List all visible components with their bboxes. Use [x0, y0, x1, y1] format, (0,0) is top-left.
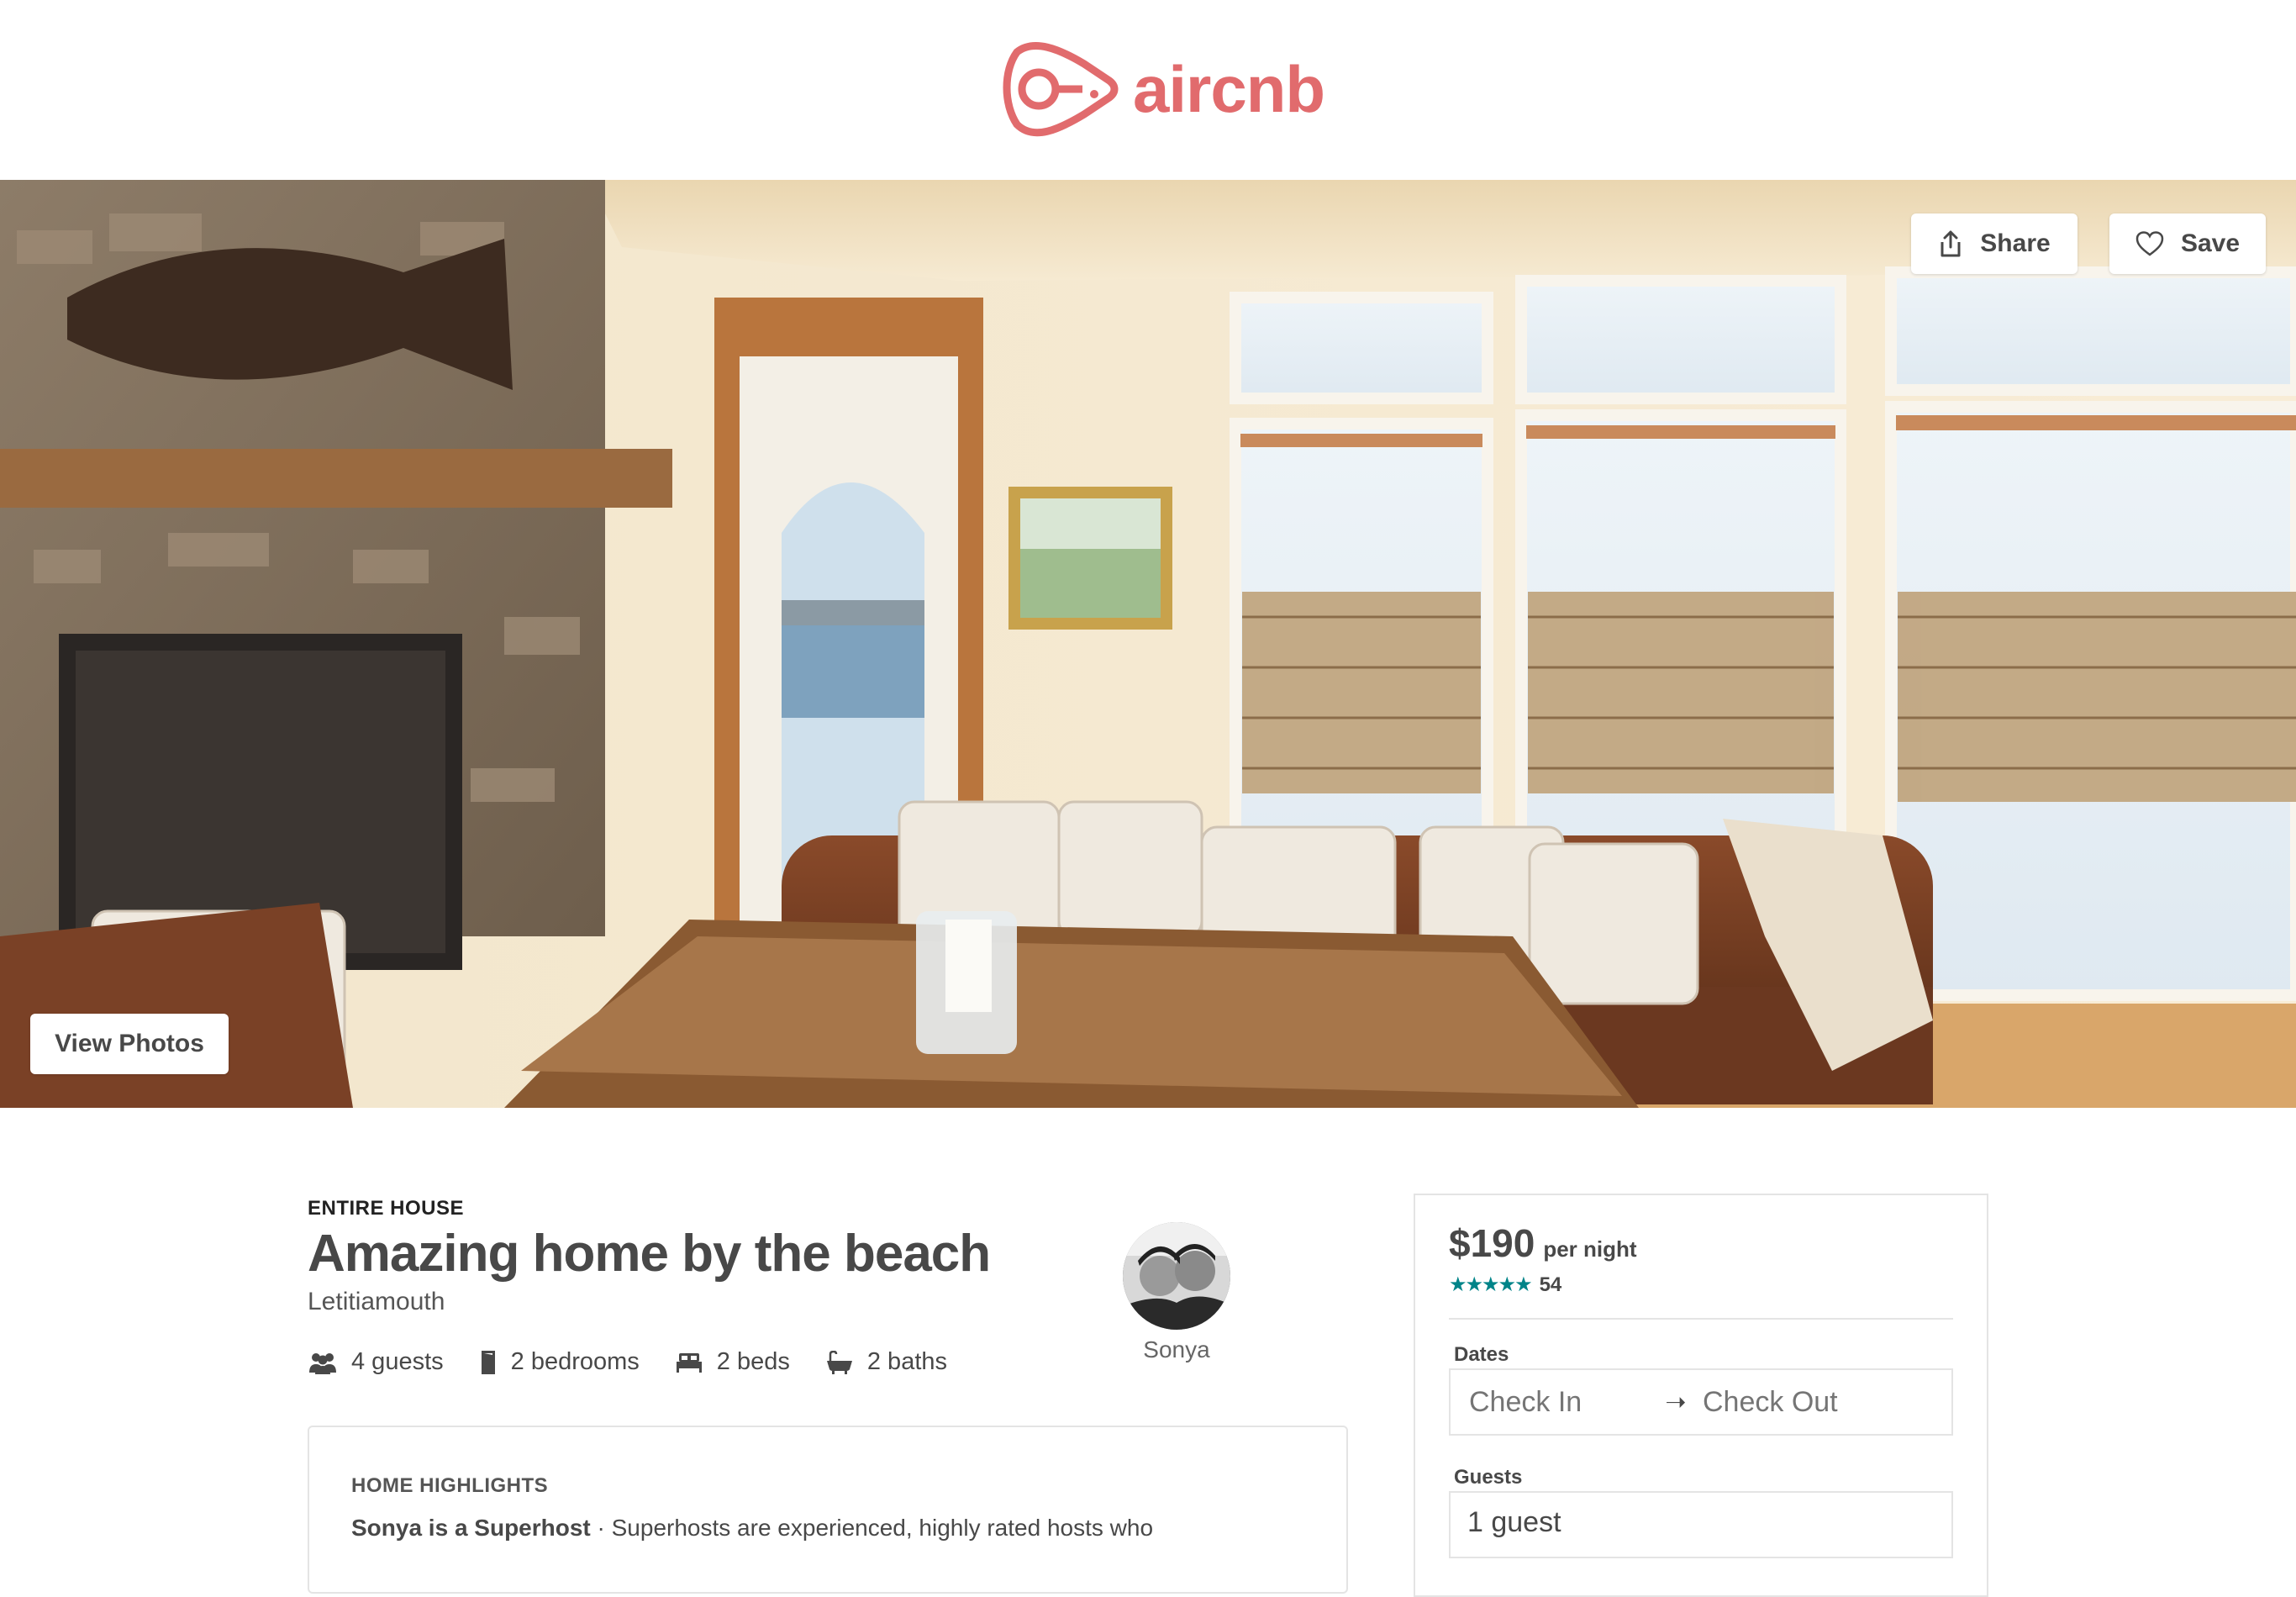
- date-range-picker: Check In ➝ Check Out: [1449, 1368, 1953, 1436]
- rating-row[interactable]: ★★★★★ 54: [1449, 1273, 1561, 1297]
- aircnb-logo-icon: [1003, 42, 1119, 137]
- share-button[interactable]: Share: [1911, 213, 2077, 274]
- listing-location[interactable]: Letitiamouth: [308, 1288, 445, 1316]
- save-label: Save: [2180, 229, 2241, 257]
- amenity-bedrooms: 2 bedrooms: [479, 1348, 640, 1376]
- listing-type: ENTIRE HOUSE: [308, 1197, 465, 1220]
- arrow-right-icon: ➝: [1665, 1388, 1687, 1416]
- booking-card: $190 per night ★★★★★ 54 Dates Check In ➝…: [1414, 1194, 1988, 1597]
- home-highlights-card: HOME HIGHLIGHTS Sonya is a Superhost · S…: [308, 1426, 1348, 1594]
- review-count: 54: [1539, 1273, 1562, 1296]
- highlight-superhost: Sonya is a Superhost · Superhosts are ex…: [351, 1515, 1153, 1542]
- living-room-photo: [0, 180, 2296, 1108]
- share-label: Share: [1980, 229, 2051, 257]
- guests-select[interactable]: 1 guest: [1449, 1491, 1953, 1558]
- host-name[interactable]: Sonya: [1116, 1336, 1237, 1363]
- guests-icon: [309, 1352, 336, 1374]
- guests-label: Guests: [1454, 1466, 1523, 1489]
- amenity-baths: 2 baths: [825, 1348, 947, 1376]
- price-row: $190 per night: [1449, 1220, 1637, 1266]
- door-icon: [481, 1350, 495, 1374]
- bed-icon: [676, 1352, 702, 1373]
- amenity-label: 4 guests: [351, 1348, 444, 1375]
- dates-label: Dates: [1454, 1343, 1509, 1366]
- host-avatar[interactable]: [1123, 1222, 1230, 1330]
- bathtub-icon: [826, 1350, 852, 1374]
- heart-icon: [2135, 231, 2164, 256]
- per-night-label: per night: [1543, 1236, 1637, 1262]
- brand-name: aircnb: [1133, 51, 1325, 126]
- listing-title: Amazing home by the beach: [308, 1225, 991, 1283]
- amenity-label: 2 baths: [866, 1348, 948, 1375]
- amenities-list: 4 guests 2 bedrooms 2 beds 2 baths: [308, 1348, 982, 1376]
- view-photos-button[interactable]: View Photos: [30, 1014, 229, 1074]
- site-header: aircnb: [0, 0, 2296, 180]
- divider: [1449, 1318, 1953, 1320]
- hero-photo[interactable]: Share Save View Photos: [0, 180, 2296, 1108]
- star-rating-icon: ★★★★★: [1449, 1273, 1533, 1296]
- amenity-label: 2 beds: [716, 1348, 790, 1375]
- amenity-guests: 4 guests: [308, 1348, 444, 1376]
- amenity-label: 2 bedrooms: [510, 1348, 640, 1375]
- check-in-input[interactable]: Check In: [1469, 1386, 1652, 1419]
- amenity-beds: 2 beds: [675, 1348, 790, 1376]
- brand-logo[interactable]: aircnb: [1000, 37, 1325, 141]
- check-out-input[interactable]: Check Out: [1703, 1386, 1838, 1419]
- share-icon: [1941, 230, 1961, 257]
- save-button[interactable]: Save: [2109, 213, 2266, 274]
- host-profile[interactable]: Sonya: [1116, 1222, 1237, 1363]
- nightly-price: $190: [1449, 1221, 1535, 1265]
- host-photo: [1123, 1222, 1230, 1330]
- superhost-name: Sonya is a Superhost: [351, 1515, 591, 1541]
- highlights-title: HOME HIGHLIGHTS: [351, 1474, 549, 1497]
- superhost-description: · Superhosts are experienced, highly rat…: [590, 1515, 1154, 1541]
